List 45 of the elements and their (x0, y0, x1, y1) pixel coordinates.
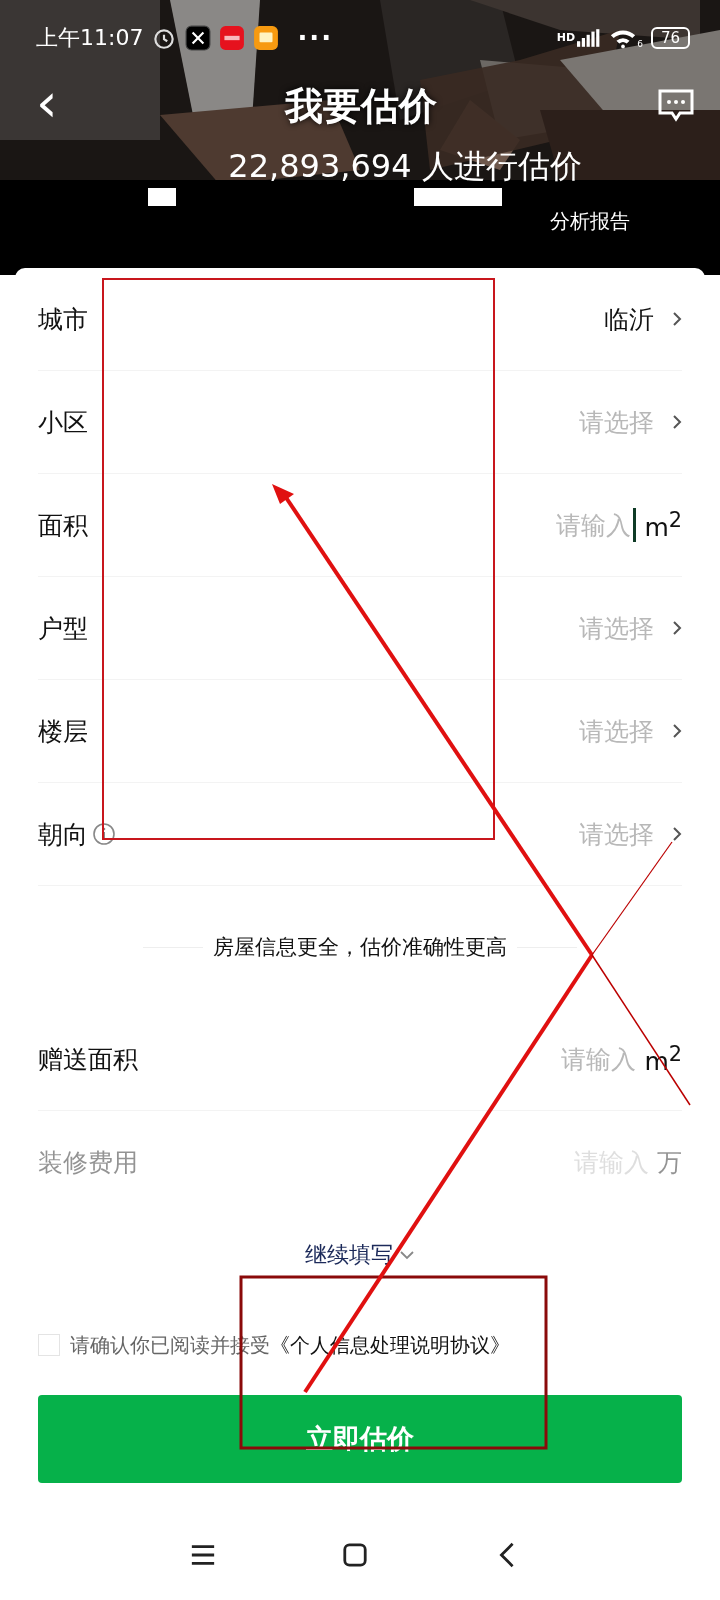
chevron-icon (672, 414, 682, 430)
app-icon (185, 25, 212, 51)
home-icon[interactable] (342, 1542, 368, 1568)
field-label: 赠送面积 (38, 1043, 138, 1076)
field-label: 面积 (38, 509, 88, 542)
app-icon (219, 25, 246, 51)
wifi-band-label: 6 (637, 39, 643, 49)
unit-label: m$^{2}$ (644, 507, 682, 543)
report-link[interactable]: 分析报告 (550, 208, 630, 235)
signal-icon (577, 28, 602, 48)
section-hint: 房屋信息更全，估价准确性更高 (213, 934, 507, 961)
unit-label: 万 (657, 1146, 682, 1179)
field-label: 小区 (38, 406, 88, 439)
status-time: 上午11:07 (36, 24, 144, 52)
input-field[interactable]: 请输入 (556, 508, 637, 542)
info-icon[interactable] (92, 822, 116, 846)
field-label: 城市 (38, 303, 88, 336)
chevron-icon (672, 723, 682, 739)
menu-icon[interactable] (190, 1542, 216, 1568)
redaction-mark (148, 188, 176, 206)
field-label: 朝向 (38, 818, 88, 851)
select-field[interactable]: 请选择 (579, 405, 682, 439)
chevron-icon (672, 826, 682, 842)
field-label: 装修费用 (38, 1146, 138, 1179)
estimate-count: 22,893,694 人进行估价 (227, 146, 582, 187)
chevron-icon (672, 620, 682, 636)
chevron-icon (672, 311, 682, 327)
caret-icon (399, 1250, 415, 1260)
continue-link[interactable]: 继续填写 (299, 1239, 421, 1271)
select-field[interactable]: 请选择 (579, 611, 682, 645)
select-field[interactable]: 临沂 (604, 302, 682, 336)
more-notifications: ··· (297, 23, 334, 53)
message-icon[interactable] (658, 89, 694, 123)
battery-indicator: 76 (650, 27, 690, 49)
network-type: HD (556, 31, 576, 44)
field-label: 户型 (38, 612, 88, 645)
input-field[interactable]: 请输入 (561, 1042, 637, 1076)
select-field[interactable]: 请选择 (579, 817, 682, 851)
select-field[interactable]: 请选择 (579, 714, 682, 748)
page-title: 我要估价 (284, 82, 437, 130)
agreement-checkbox[interactable] (38, 1334, 60, 1356)
message-app-icon (253, 25, 280, 51)
field-label: 楼层 (38, 715, 88, 748)
wifi-icon (609, 27, 638, 49)
back-button[interactable]: ‹ (30, 76, 64, 136)
